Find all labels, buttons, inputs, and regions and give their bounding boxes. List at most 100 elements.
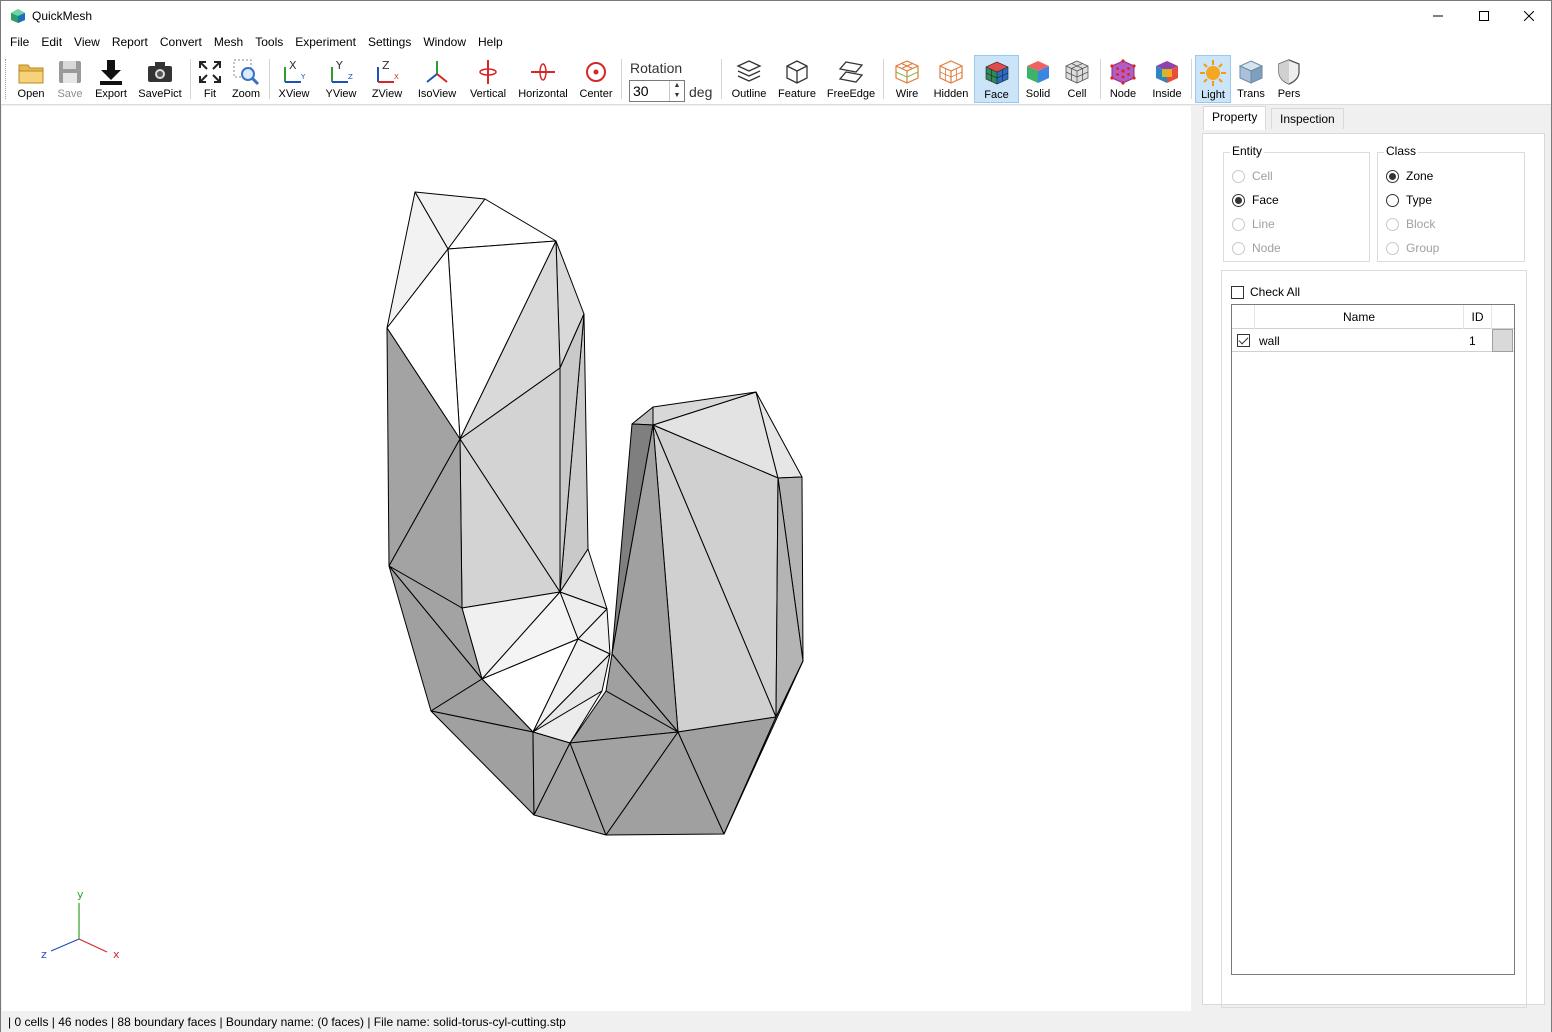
menu-file[interactable]: File xyxy=(4,31,35,53)
hidden-cube-icon xyxy=(939,60,963,84)
savepict-button[interactable]: SavePict xyxy=(135,55,185,103)
menu-help[interactable]: Help xyxy=(472,31,509,53)
cell-button[interactable]: Cell xyxy=(1059,55,1095,103)
wire-label: Wire xyxy=(895,88,919,100)
toolbar-separator xyxy=(721,59,722,99)
table-row[interactable]: wall 1 xyxy=(1232,329,1514,352)
transparent-cube-icon xyxy=(1238,60,1264,84)
hidden-label: Hidden xyxy=(933,88,969,100)
download-icon xyxy=(100,60,122,85)
entity-face-radio[interactable]: Face xyxy=(1232,193,1279,207)
rotation-label: Rotation xyxy=(630,60,683,76)
entity-node-radio[interactable]: Node xyxy=(1232,241,1281,255)
main-window: QuickMesh File Edit View Report Convert … xyxy=(0,0,1552,1032)
status-bar: | 0 cells | 46 nodes | 88 boundary faces… xyxy=(1,1012,1551,1032)
header-name[interactable]: Name xyxy=(1255,305,1464,329)
hidden-button[interactable]: Hidden xyxy=(930,55,972,103)
class-block-radio[interactable]: Block xyxy=(1386,217,1435,231)
save-button[interactable]: Save xyxy=(51,55,89,103)
svg-text:X: X xyxy=(289,59,297,72)
wire-button[interactable]: Wire xyxy=(888,55,926,103)
row-check-cell[interactable] xyxy=(1232,329,1255,352)
menu-view[interactable]: View xyxy=(68,31,106,53)
center-button[interactable]: Center xyxy=(576,55,616,103)
entity-line-radio[interactable]: Line xyxy=(1232,217,1275,231)
vertical-button[interactable]: Vertical xyxy=(465,55,511,103)
freeedge-button[interactable]: FreeEdge xyxy=(824,55,878,103)
menu-tools[interactable]: Tools xyxy=(249,31,289,53)
tab-inspection[interactable]: Inspection xyxy=(1271,108,1344,129)
maximize-button[interactable] xyxy=(1461,1,1507,31)
radio-selected-icon xyxy=(1386,169,1399,183)
close-button[interactable] xyxy=(1506,1,1552,31)
entity-cell-radio[interactable]: Cell xyxy=(1232,169,1273,183)
spin-up-icon[interactable]: ▲ xyxy=(670,81,684,91)
export-button[interactable]: Export xyxy=(90,55,132,103)
menu-experiment[interactable]: Experiment xyxy=(289,31,362,53)
node-label: Node xyxy=(1109,88,1137,100)
svg-text:Y: Y xyxy=(300,73,306,81)
menu-edit[interactable]: Edit xyxy=(35,31,68,53)
export-label: Export xyxy=(95,88,127,100)
feature-button[interactable]: Feature xyxy=(775,55,819,103)
entity-line-label: Line xyxy=(1252,217,1275,231)
class-group-radio[interactable]: Group xyxy=(1386,241,1439,255)
zoom-button[interactable]: Zoom xyxy=(228,55,264,103)
y-axis-label: y xyxy=(77,888,84,901)
checkbox-checked-icon[interactable] xyxy=(1237,334,1250,347)
zone-table: Name ID wall 1 xyxy=(1231,304,1515,975)
window-title: QuickMesh xyxy=(32,9,93,23)
entity-node-label: Node xyxy=(1252,241,1281,255)
solid-button[interactable]: Solid xyxy=(1021,55,1055,103)
isoview-button[interactable]: IsoView xyxy=(413,55,461,103)
3d-viewport[interactable]: y x z xyxy=(2,106,1191,1011)
open-button[interactable]: Open xyxy=(11,55,51,103)
toolbar-separator xyxy=(621,59,622,99)
axis-triad: y x z xyxy=(41,888,120,961)
minimize-icon xyxy=(1433,15,1443,17)
class-group-label: Group xyxy=(1406,241,1440,255)
spin-down-icon[interactable]: ▼ xyxy=(670,91,684,101)
pers-button[interactable]: Pers xyxy=(1271,55,1307,103)
zoom-label: Zoom xyxy=(231,88,261,100)
node-button[interactable]: Node xyxy=(1105,55,1141,103)
light-button[interactable]: Light xyxy=(1195,55,1231,103)
menu-report[interactable]: Report xyxy=(106,31,154,53)
yview-button[interactable]: Y Z YView xyxy=(320,55,362,103)
horizontal-button[interactable]: Horizontal xyxy=(515,55,571,103)
xview-button[interactable]: X Y XView xyxy=(274,55,314,103)
face-label: Face xyxy=(984,89,1009,101)
outline-button[interactable]: Outline xyxy=(727,55,771,103)
yview-icon: Y Z xyxy=(331,59,353,83)
inside-button[interactable]: Inside xyxy=(1147,55,1187,103)
outline-icon xyxy=(736,60,762,82)
menu-settings[interactable]: Settings xyxy=(362,31,417,53)
zview-button[interactable]: Z X ZView xyxy=(367,55,407,103)
menu-convert[interactable]: Convert xyxy=(154,31,208,53)
toolbar-grip[interactable] xyxy=(5,59,8,99)
svg-text:Y: Y xyxy=(335,59,343,72)
class-zone-label: Zone xyxy=(1406,169,1434,183)
menu-window[interactable]: Window xyxy=(417,31,472,53)
toolbar-separator xyxy=(190,59,191,99)
checkbox-icon xyxy=(1231,285,1244,299)
class-zone-radio[interactable]: Zone xyxy=(1386,169,1433,183)
fit-button[interactable]: Fit xyxy=(194,55,226,103)
node-icon xyxy=(1110,59,1136,85)
property-page: Entity Cell Face Line Node Class Zone Ty… xyxy=(1202,133,1545,1008)
rotation-value: 30 xyxy=(633,83,649,99)
header-id[interactable]: ID xyxy=(1464,305,1492,329)
tab-property[interactable]: Property xyxy=(1203,106,1267,130)
minimize-button[interactable] xyxy=(1415,1,1461,31)
row-color-swatch[interactable] xyxy=(1492,329,1513,352)
panel-splitter[interactable] xyxy=(1191,106,1200,1011)
class-type-radio[interactable]: Type xyxy=(1386,193,1432,207)
rotation-spinner[interactable]: ▲ ▼ xyxy=(669,81,684,101)
x-axis-label: x xyxy=(113,948,120,961)
mesh-render[interactable]: y x z xyxy=(2,106,1191,1011)
trans-button[interactable]: Trans xyxy=(1233,55,1269,103)
menu-mesh[interactable]: Mesh xyxy=(208,31,249,53)
app-icon xyxy=(11,9,25,23)
face-button[interactable]: Face xyxy=(974,55,1019,103)
check-all-checkbox[interactable]: Check All xyxy=(1231,285,1300,299)
